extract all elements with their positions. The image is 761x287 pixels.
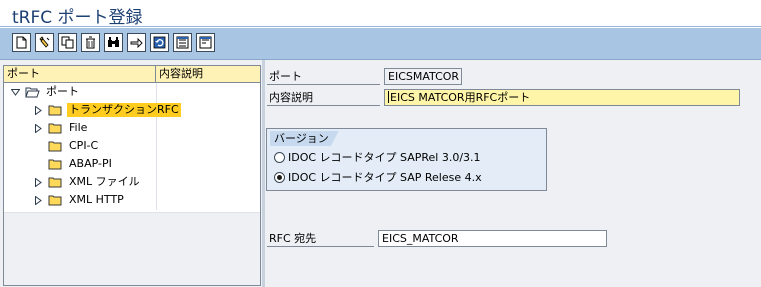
tree-item-xml-http[interactable]: XML HTTP xyxy=(32,191,126,209)
new-document-icon xyxy=(16,36,27,49)
port-tree: ポート 内容説明 ポート トランザクションRFC File CPI-C ABAP… xyxy=(3,65,261,286)
delete-button[interactable] xyxy=(81,33,100,52)
radio-button[interactable] xyxy=(274,151,285,163)
radio-label: IDOC レコードタイプ SAPRel 3.0/3.1 xyxy=(288,151,481,164)
edit-button[interactable] xyxy=(35,33,54,52)
radio-label: IDOC レコードタイプ SAP Relese 4.x xyxy=(288,171,482,184)
description-value: EICS MATCOR用RFCポート xyxy=(390,91,531,104)
tree-empty-area xyxy=(4,212,260,285)
tree-root-label: ポート xyxy=(46,85,79,98)
new-document-button[interactable] xyxy=(12,33,31,52)
open-folder-icon xyxy=(25,87,40,98)
folder-icon xyxy=(48,123,62,134)
tree-item-label: ABAP-PI xyxy=(69,157,112,170)
collapsed-triangle-icon[interactable] xyxy=(32,122,44,134)
copy-button[interactable] xyxy=(58,33,77,52)
main-content: ポート 内容説明 ポート トランザクションRFC File CPI-C ABAP… xyxy=(0,60,761,287)
expanded-triangle-icon[interactable] xyxy=(9,86,21,98)
text-cursor xyxy=(388,91,389,103)
folder-icon xyxy=(48,141,62,152)
collapsed-triangle-icon[interactable] xyxy=(32,104,44,116)
tree-header: ポート 内容説明 xyxy=(4,66,260,83)
rfc-destination-label: RFC 宛先 xyxy=(267,230,374,247)
collapsed-triangle-icon[interactable] xyxy=(32,194,44,206)
tree-item-label: XML HTTP xyxy=(69,193,124,206)
tree-body: ポート トランザクションRFC File CPI-C ABAP-PI XML フ… xyxy=(4,83,260,210)
expand-subtree-icon xyxy=(176,36,189,49)
copy-icon xyxy=(61,36,74,49)
tree-item-label: File xyxy=(69,121,88,134)
collapse-subtree-icon xyxy=(199,36,212,49)
find-button[interactable] xyxy=(104,33,123,52)
version-option-rel4[interactable]: IDOC レコードタイプ SAP Relese 4.x xyxy=(274,169,482,185)
transport-icon xyxy=(130,37,143,49)
collapsed-triangle-icon[interactable] xyxy=(32,176,44,188)
folder-icon xyxy=(48,195,62,206)
edit-pencil-icon xyxy=(39,36,50,48)
window-title: tRFC ポート登録 xyxy=(12,8,143,28)
tree-item-label: CPI-C xyxy=(69,139,99,152)
radio-button-checked[interactable] xyxy=(274,171,285,183)
port-label: ポート xyxy=(267,68,380,85)
tree-item-transaction-rfc[interactable]: トランザクションRFC xyxy=(32,101,181,119)
refresh-icon xyxy=(153,36,166,49)
panel-splitter[interactable] xyxy=(262,60,265,287)
tree-column-description[interactable]: 内容説明 xyxy=(156,66,260,83)
folder-icon xyxy=(48,177,62,188)
folder-icon xyxy=(48,105,62,116)
port-field: EICSMATCOR xyxy=(384,68,462,85)
transport-button[interactable] xyxy=(127,33,146,52)
folder-icon xyxy=(48,159,62,170)
binoculars-find-icon xyxy=(108,37,119,47)
version-option-rel3[interactable]: IDOC レコードタイプ SAPRel 3.0/3.1 xyxy=(274,149,481,165)
description-label: 内容説明 xyxy=(267,89,380,106)
rfc-destination-field[interactable]: EICS_MATCOR xyxy=(378,230,607,247)
delete-trash-icon xyxy=(86,36,95,49)
tree-item-label: トランザクションRFC xyxy=(67,103,181,117)
tree-item-file[interactable]: File xyxy=(32,119,89,137)
tree-item-abap-pi[interactable]: ABAP-PI xyxy=(48,155,114,173)
expand-subtree-button[interactable] xyxy=(173,33,192,52)
version-group-title: バージョン xyxy=(270,131,339,146)
tree-root-node[interactable]: ポート xyxy=(9,83,81,101)
refresh-button[interactable] xyxy=(150,33,169,52)
title-bar: tRFC ポート登録 xyxy=(0,0,761,28)
version-group: バージョン IDOC レコードタイプ SAPRel 3.0/3.1 IDOC レ… xyxy=(266,128,547,191)
application-toolbar xyxy=(0,28,761,60)
collapse-subtree-button[interactable] xyxy=(196,33,215,52)
tree-item-label: XML ファイル xyxy=(69,175,140,188)
tree-item-xml-file[interactable]: XML ファイル xyxy=(32,173,142,191)
tree-item-cpi-c[interactable]: CPI-C xyxy=(48,137,100,155)
tree-column-port[interactable]: ポート xyxy=(4,66,156,83)
description-field[interactable]: EICS MATCOR用RFCポート xyxy=(384,89,740,106)
